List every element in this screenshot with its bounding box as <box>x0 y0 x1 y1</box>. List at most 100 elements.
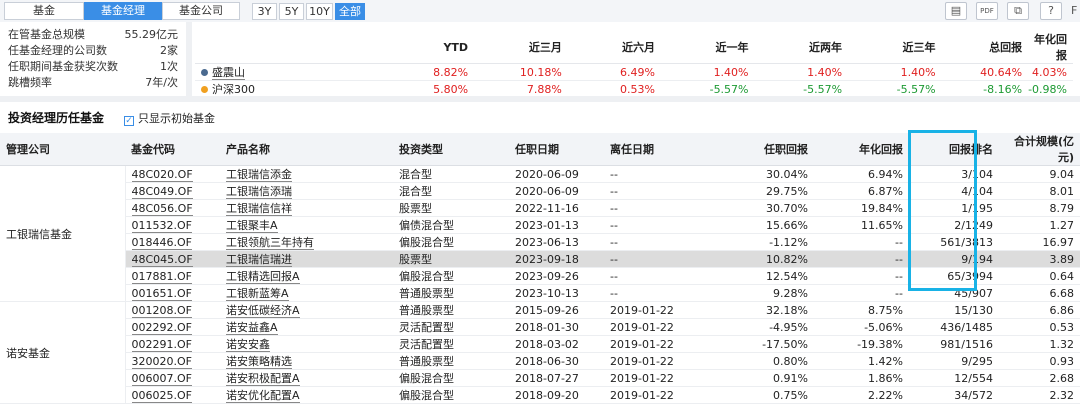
tab-fund-company[interactable]: 基金公司 <box>162 2 240 20</box>
table-row[interactable]: 006007.OF 诺安积极配置A 偏股混合型 2018-07-27 2019-01-2… <box>0 369 1080 387</box>
doc-icon[interactable]: ▤ <box>945 2 967 20</box>
table-row[interactable]: 002292.OF 诺安益鑫A 灵活配置型 2018-01-30 2019-01-22-… <box>0 318 1080 336</box>
copy-icon[interactable]: ⧉ <box>1007 2 1029 20</box>
start-date-cell: 2023-10-13 <box>509 284 604 302</box>
fund-code-link[interactable]: 48C045.OF <box>131 252 193 267</box>
table-row[interactable]: 001651.OF 工银新蓝筹A 普通股票型 2023-10-13 -- 9.28% -- 4… <box>0 284 1080 302</box>
history-header-cell[interactable]: 产品名称 <box>220 133 393 166</box>
history-header-cell[interactable]: 回报排名 <box>909 133 999 166</box>
fund-code-link-td: 001651.OF <box>125 284 220 302</box>
annual-return-cell: -- <box>814 284 909 302</box>
fund-name-link[interactable]: 诺安益鑫A <box>226 321 278 335</box>
series-name-link[interactable]: 盛震山 <box>212 66 245 80</box>
fund-code-link[interactable]: 320020.OF <box>131 354 192 369</box>
history-header-cell[interactable]: 管理公司 <box>0 133 125 166</box>
checkbox-check-icon[interactable]: ✓ <box>124 116 134 126</box>
fund-name-link-td: 诺安益鑫A <box>220 318 393 336</box>
tenure-return-cell: -17.50% <box>719 335 814 353</box>
fund-code-link[interactable]: 48C049.OF <box>131 184 193 199</box>
fund-code-link[interactable]: 006007.OF <box>131 371 192 386</box>
table-row[interactable]: 017881.OF 工银精选回报A 偏股混合型 2023-09-26 -- 12.54% -… <box>0 267 1080 285</box>
fund-name-link[interactable]: 工银瑞信添瑞 <box>226 185 292 199</box>
table-row[interactable]: 48C045.OF 工银瑞信瑞进 股票型 2023-09-18 -- 10.82% -- 9/… <box>0 250 1080 268</box>
table-row[interactable]: 002291.OF 诺安安鑫 灵活配置型 2018-03-02 2019-01-22 -1… <box>0 335 1080 353</box>
table-row[interactable]: 48C049.OF 工银瑞信添瑞 混合型 2020-06-09 -- 29.75% 6.87… <box>0 182 1080 200</box>
series-name-link[interactable]: 沪深300 <box>212 83 255 97</box>
fund-type-cell: 股票型 <box>393 250 509 268</box>
fund-name-link[interactable]: 工银瑞信信祥 <box>226 202 292 216</box>
fund-type-cell: 偏股混合型 <box>393 369 509 387</box>
history-header-cell[interactable]: 任职回报 <box>719 133 814 166</box>
fund-code-link[interactable]: 006025.OF <box>131 388 192 403</box>
table-row[interactable]: 320020.OF 诺安策略精选 普通股票型 2018-06-30 2019-01-22… <box>0 352 1080 370</box>
performance-value: 10.18% <box>474 63 568 81</box>
fund-name-link[interactable]: 诺安积极配置A <box>226 372 300 386</box>
history-header-cell[interactable]: 年化回报 <box>814 133 909 166</box>
top-toolbar: 基金 基金经理 基金公司 3Y 5Y 10Y 全部 ▤ PDF ⧉ ? F <box>0 0 1080 22</box>
fund-name-link[interactable]: 工银瑞信瑞进 <box>226 253 292 267</box>
table-row[interactable]: 011532.OF 工银聚丰A 偏债混合型 2023-01-13 -- 15.66% 11.… <box>0 216 1080 234</box>
pdf-icon[interactable]: PDF <box>976 2 998 20</box>
end-date-cell: -- <box>604 267 719 285</box>
fund-size-cell: 16.97 <box>999 233 1080 251</box>
end-date-cell: -- <box>604 233 719 251</box>
return-rank-cell: 12/554 <box>909 369 999 387</box>
table-row[interactable]: 48C056.OF 工银瑞信信祥 股票型 2022-11-16 -- 30.70% 19.8… <box>0 199 1080 217</box>
return-rank-cell: 4/104 <box>909 182 999 200</box>
range-10y-button[interactable]: 10Y <box>306 3 333 20</box>
fund-code-link[interactable]: 001208.OF <box>131 303 192 318</box>
tab-fund-manager[interactable]: 基金经理 <box>84 2 162 20</box>
fund-name-link[interactable]: 工银领航三年持有 <box>226 236 314 250</box>
fund-name-link[interactable]: 诺安低碳经济A <box>226 304 300 318</box>
fund-code-link[interactable]: 018446.OF <box>131 235 192 250</box>
only-initial-fund-checkbox[interactable]: ✓ 只显示初始基金 <box>124 110 215 126</box>
summary-label: 任基金经理的公司数 <box>8 44 107 57</box>
fund-code-link[interactable]: 002292.OF <box>131 320 192 335</box>
fund-name-link[interactable]: 诺安安鑫 <box>226 338 270 352</box>
performance-value: 5.80% <box>380 80 475 98</box>
fund-size-cell: 9.04 <box>999 165 1080 183</box>
summary-value: 2家 <box>160 44 178 57</box>
summary-label: 跳槽频率 <box>8 76 52 89</box>
range-5y-button[interactable]: 5Y <box>279 3 304 20</box>
table-row[interactable]: 工银瑞信基金 48C020.OF 工银瑞信添金 混合型 2020-06-09 -- 30.0… <box>0 165 1080 302</box>
fund-code-link[interactable]: 011532.OF <box>131 218 192 233</box>
fund-name-link[interactable]: 工银精选回报A <box>226 270 300 284</box>
history-header-cell[interactable]: 投资类型 <box>393 133 509 166</box>
fund-code-link[interactable]: 48C056.OF <box>131 201 193 216</box>
performance-header-cell: 年化回报 <box>1028 31 1073 64</box>
return-rank-cell: 981/1516 <box>909 335 999 353</box>
history-header-cell[interactable]: 离任日期 <box>604 133 719 166</box>
history-header-cell[interactable]: 任职日期 <box>509 133 604 166</box>
fund-name-link[interactable]: 工银聚丰A <box>226 219 278 233</box>
fund-name-link[interactable]: 工银新蓝筹A <box>226 287 289 301</box>
performance-value: -0.98% <box>1028 80 1073 98</box>
history-header-cell[interactable]: 基金代码 <box>125 133 220 166</box>
history-header-cell[interactable]: 合计规模(亿元) <box>999 133 1080 166</box>
fund-code-link[interactable]: 017881.OF <box>131 269 192 284</box>
fund-size-cell: 6.68 <box>999 284 1080 302</box>
tab-fund[interactable]: 基金 <box>4 2 84 20</box>
fund-type-cell: 灵活配置型 <box>393 318 509 336</box>
tenure-return-cell: 0.80% <box>719 352 814 370</box>
summary-value: 55.29亿元 <box>124 28 179 41</box>
annual-return-cell: -5.06% <box>814 318 909 336</box>
range-all-button[interactable]: 全部 <box>335 3 365 20</box>
start-date-cell: 2023-09-18 <box>509 250 604 268</box>
fund-code-link-td: 002291.OF <box>125 335 220 353</box>
tenure-return-cell: 0.91% <box>719 369 814 387</box>
table-row[interactable]: 诺安基金 001208.OF 诺安低碳经济A 普通股票型 2015-09-26 2019-… <box>0 301 1080 404</box>
fund-name-link[interactable]: 工银瑞信添金 <box>226 168 292 182</box>
fund-code-link[interactable]: 001651.OF <box>131 286 192 301</box>
help-icon[interactable]: ? <box>1040 2 1062 20</box>
company-cell: 工银瑞信基金 <box>0 165 126 302</box>
fund-name-link[interactable]: 诺安策略精选 <box>226 355 292 369</box>
summary-row: 任职期间基金获奖次数 1次 <box>8 59 178 75</box>
table-row[interactable]: 018446.OF 工银领航三年持有 偏股混合型 2023-06-13 -- -1.12%… <box>0 233 1080 251</box>
performance-value: 40.64% <box>941 63 1029 81</box>
fund-code-link[interactable]: 002291.OF <box>131 337 192 352</box>
summary-value: 7年/次 <box>145 76 178 89</box>
section-title: 投资经理历任基金 <box>8 111 105 125</box>
fund-code-link[interactable]: 48C020.OF <box>131 167 193 182</box>
range-3y-button[interactable]: 3Y <box>252 3 277 20</box>
